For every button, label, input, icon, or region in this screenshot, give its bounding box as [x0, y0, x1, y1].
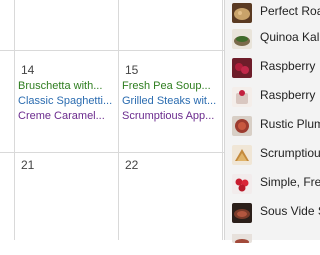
- recipe-label: Rustic Plum: [260, 117, 320, 131]
- calendar-event[interactable]: Fresh Pea Soup...: [122, 79, 222, 93]
- grid-line: [118, 0, 119, 240]
- recipe-label: Sous Vide S: [260, 204, 320, 218]
- recipe-item[interactable]: Perfect Roa: [225, 0, 320, 26]
- dessert-thumbnail-icon: [232, 87, 252, 107]
- grid-line: [14, 0, 15, 240]
- recipe-item[interactable]: Sous Vide S: [225, 200, 320, 226]
- recipe-item[interactable]: Raspberry: [225, 55, 320, 81]
- berry-thumbnail-icon: [232, 58, 252, 78]
- recipe-item[interactable]: Rustic Plum: [225, 113, 320, 139]
- calendar-event[interactable]: Creme Caramel...: [18, 109, 118, 123]
- grid-line: [222, 0, 223, 240]
- recipe-label: Quinoa Kal: [260, 30, 320, 44]
- day-number: 21: [21, 158, 35, 172]
- day-number: 22: [125, 158, 139, 172]
- recipe-label: Raspberry: [260, 59, 316, 73]
- bowl-thumbnail-icon: [232, 29, 252, 49]
- calendar-event[interactable]: Grilled Steaks wit...: [122, 94, 222, 108]
- food-thumbnail-icon: [232, 232, 252, 243]
- calendar-event[interactable]: Classic Spaghetti...: [18, 94, 118, 108]
- recipe-label: Raspberry: [260, 88, 316, 102]
- tart-thumbnail-icon: [232, 116, 252, 136]
- steak-thumbnail-icon: [232, 203, 252, 223]
- salad-thumbnail-icon: [232, 3, 252, 23]
- grid-line: [0, 50, 228, 51]
- calendar-event[interactable]: Scrumptious App...: [122, 109, 222, 123]
- recipe-item[interactable]: Scrumptiou: [225, 142, 320, 168]
- calendar-event[interactable]: Bruschetta with...: [18, 79, 118, 93]
- strawberry-thumbnail-icon: [232, 174, 252, 194]
- recipe-sidebar: Perfect Roa Quinoa Kal Raspberry Raspber…: [224, 0, 320, 243]
- day-number: 14: [21, 63, 35, 77]
- recipe-label: Simple, Fre: [260, 175, 320, 189]
- recipe-item[interactable]: Simple, Fre: [225, 171, 320, 197]
- day-number: 15: [125, 63, 139, 77]
- recipe-item[interactable]: Quinoa Kal: [225, 26, 320, 52]
- recipe-label: Scrumptiou: [260, 146, 320, 160]
- recipe-item[interactable]: Raspberry: [225, 84, 320, 110]
- pie-thumbnail-icon: [232, 145, 252, 165]
- recipe-item[interactable]: [225, 229, 320, 255]
- calendar-grid: 14 Bruschetta with... Classic Spaghetti.…: [0, 0, 228, 240]
- grid-line: [0, 152, 228, 153]
- recipe-label: Perfect Roa: [260, 4, 320, 18]
